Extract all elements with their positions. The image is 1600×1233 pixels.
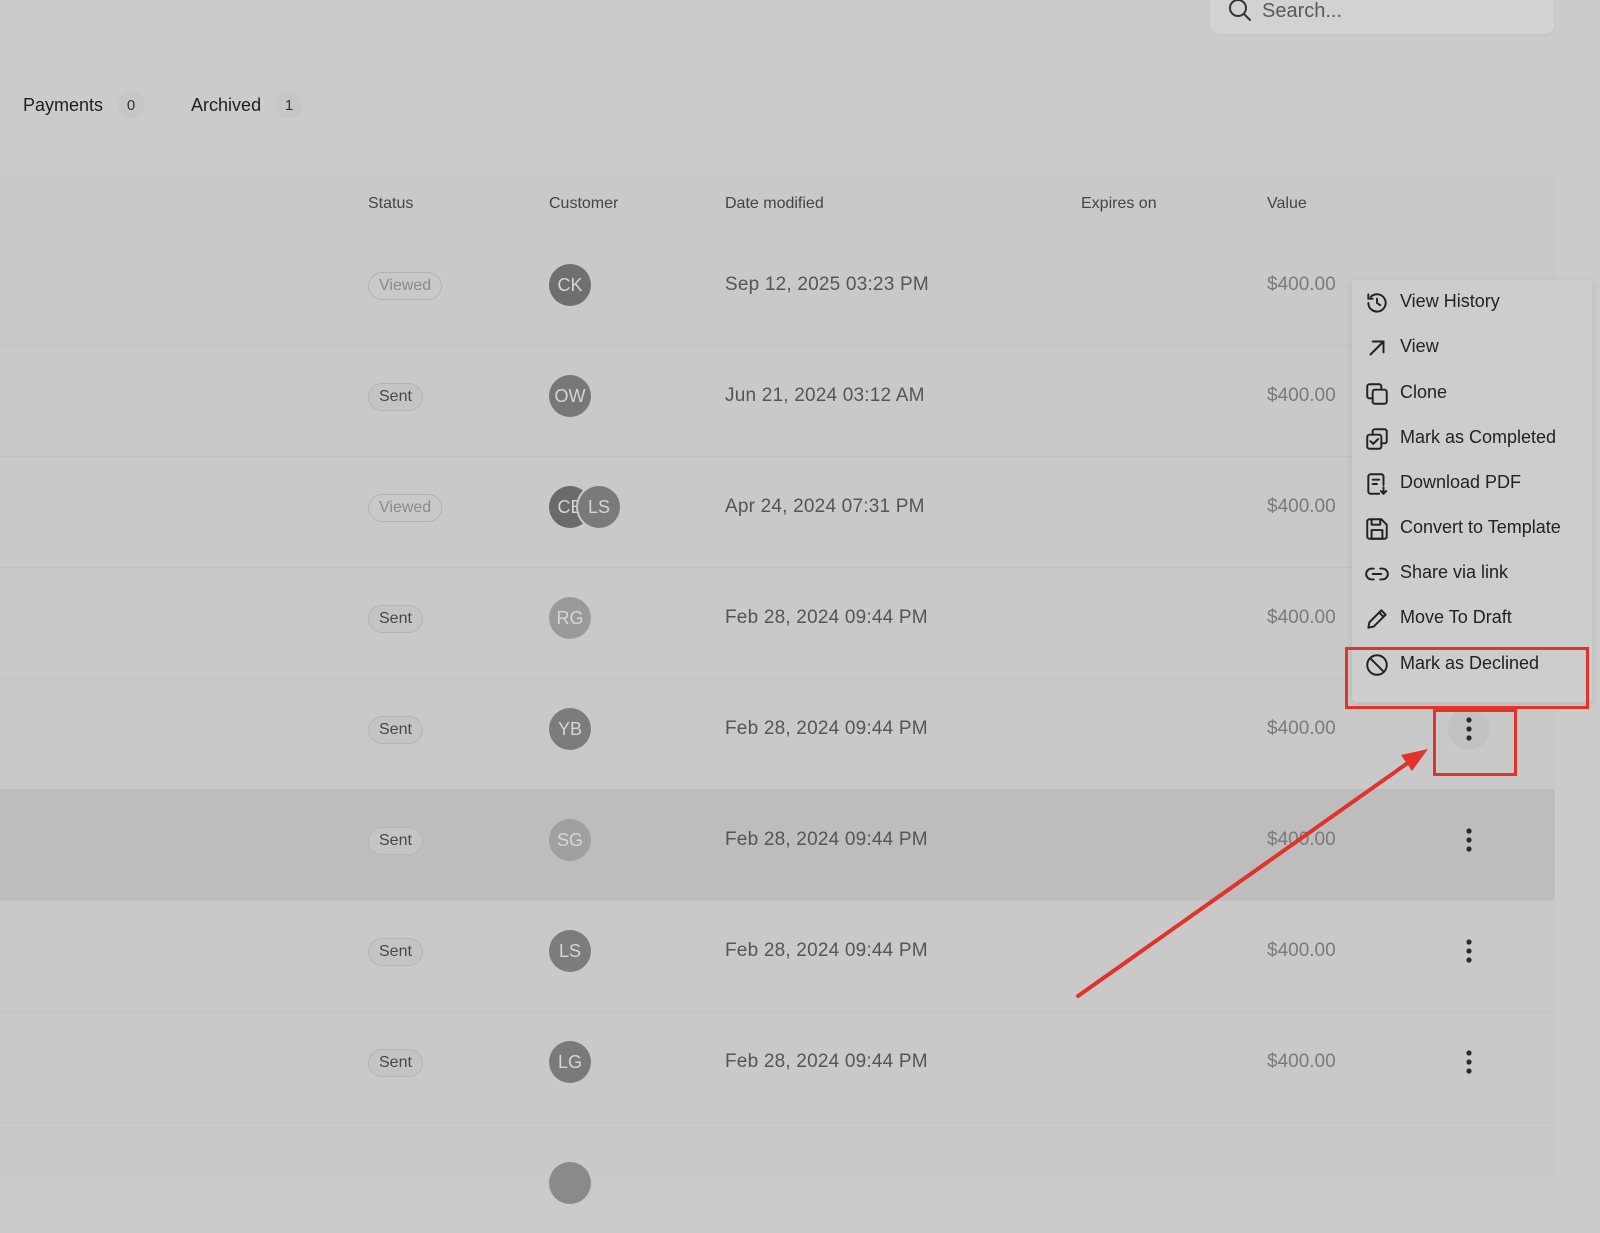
status-badge: Viewed xyxy=(368,272,443,300)
menu-item-view[interactable]: View xyxy=(1352,325,1592,369)
row-actions-button[interactable] xyxy=(1448,819,1490,861)
status-badge: Viewed xyxy=(368,494,443,522)
row-value: $400.00 xyxy=(1267,385,1336,406)
tab-archived[interactable]: Archived 1 xyxy=(191,91,304,119)
search-input[interactable] xyxy=(1260,0,1534,26)
file-download-icon xyxy=(1367,473,1388,496)
column-header-value[interactable]: Value xyxy=(1267,195,1307,213)
table-header: Status Customer Date modified Expires on… xyxy=(0,176,1555,234)
status-badge: Sent xyxy=(368,938,423,966)
more-vertical-icon xyxy=(1466,1050,1472,1074)
column-header-expires-on[interactable]: Expires on xyxy=(1081,195,1157,213)
avatar: YB xyxy=(549,708,591,750)
date-modified: Feb 28, 2024 09:44 PM xyxy=(725,940,928,961)
table-row[interactable]: Sent LG Feb 28, 2024 09:44 PM $400.00 xyxy=(0,1011,1555,1123)
annotation-highlight-box xyxy=(1433,709,1517,776)
avatar: LS xyxy=(578,486,620,528)
save-icon xyxy=(1366,518,1388,540)
copy-check-icon xyxy=(1366,428,1388,450)
row-value: $400.00 xyxy=(1267,829,1336,850)
menu-item-label: View xyxy=(1400,336,1439,356)
menu-item-share-link[interactable]: Share via link xyxy=(1352,551,1592,595)
status-badge: Sent xyxy=(368,1049,423,1077)
more-vertical-icon xyxy=(1466,939,1472,963)
menu-item-label: Move To Draft xyxy=(1400,607,1512,627)
menu-item-label: Mark as Completed xyxy=(1400,427,1557,447)
table-row[interactable]: Viewed CE LS Apr 24, 2024 07:31 PM $400.… xyxy=(0,456,1555,568)
date-modified: Jun 21, 2024 03:12 AM xyxy=(725,385,925,406)
tab-label: Archived xyxy=(191,94,262,115)
date-modified: Feb 28, 2024 09:44 PM xyxy=(725,718,928,739)
menu-item-convert-template[interactable]: Convert to Template xyxy=(1352,506,1592,550)
avatar: LG xyxy=(549,1041,591,1083)
arrow-up-right-icon xyxy=(1369,340,1385,356)
row-actions-menu: View History View Clone Mark as Complete… xyxy=(1352,280,1592,702)
copy-icon xyxy=(1366,383,1388,405)
tab-label: Payments xyxy=(23,94,104,115)
pencil-icon xyxy=(1367,609,1387,629)
row-actions-button[interactable] xyxy=(1448,930,1490,972)
more-vertical-icon xyxy=(1466,828,1472,852)
menu-item-label: Convert to Template xyxy=(1400,517,1561,537)
tab-count-badge: 1 xyxy=(275,91,304,119)
menu-item-label: Share via link xyxy=(1400,562,1509,582)
avatar: SG xyxy=(549,819,591,861)
column-header-date-modified[interactable]: Date modified xyxy=(725,195,824,213)
clock-history-icon xyxy=(1367,293,1387,313)
tab-bar: Payments 0 Archived 1 xyxy=(23,91,349,119)
row-value: $400.00 xyxy=(1267,274,1336,295)
row-value: $400.00 xyxy=(1267,940,1336,961)
avatar: RG xyxy=(549,597,591,639)
table-row[interactable]: Sent RG Feb 28, 2024 09:44 PM $400.00 xyxy=(0,567,1555,679)
row-value: $400.00 xyxy=(1267,607,1336,628)
link-icon xyxy=(1365,567,1389,581)
row-value: $400.00 xyxy=(1267,718,1336,739)
search-box[interactable] xyxy=(1210,0,1554,34)
tab-payments[interactable]: Payments 0 xyxy=(23,91,146,119)
menu-item-download-pdf[interactable]: Download PDF xyxy=(1352,461,1592,505)
table-row[interactable]: Sent SG Feb 28, 2024 09:44 PM $400.00 xyxy=(0,789,1555,901)
menu-item-label: Download PDF xyxy=(1400,472,1522,492)
table-row[interactable]: Sent LS Feb 28, 2024 09:44 PM $400.00 xyxy=(0,900,1555,1012)
avatar: OW xyxy=(549,375,591,417)
status-badge: Sent xyxy=(368,605,423,633)
menu-item-label: View History xyxy=(1400,291,1500,311)
status-badge: Sent xyxy=(368,716,423,744)
menu-item-mark-completed[interactable]: Mark as Completed xyxy=(1352,416,1592,460)
date-modified: Apr 24, 2024 07:31 PM xyxy=(725,496,925,517)
status-badge: Sent xyxy=(368,383,423,411)
table-row[interactable] xyxy=(0,1122,1555,1233)
avatar: CK xyxy=(549,264,591,306)
row-value: $400.00 xyxy=(1267,496,1336,517)
menu-item-view-history[interactable]: View History xyxy=(1352,280,1592,324)
table-row[interactable]: Sent OW Jun 21, 2024 03:12 AM $400.00 xyxy=(0,345,1555,457)
row-actions-button[interactable] xyxy=(1448,1041,1490,1083)
date-modified: Feb 28, 2024 09:44 PM xyxy=(725,829,928,850)
menu-item-move-draft[interactable]: Move To Draft xyxy=(1352,596,1592,640)
status-badge: Sent xyxy=(368,827,423,855)
date-modified: Feb 28, 2024 09:44 PM xyxy=(725,607,928,628)
avatar xyxy=(549,1162,591,1204)
menu-item-clone[interactable]: Clone xyxy=(1352,371,1592,415)
date-modified: Sep 12, 2025 03:23 PM xyxy=(725,274,929,295)
menu-item-label: Clone xyxy=(1400,382,1448,402)
tab-count-badge: 0 xyxy=(117,91,146,119)
column-header-customer[interactable]: Customer xyxy=(549,195,618,213)
date-modified: Feb 28, 2024 09:44 PM xyxy=(725,1051,928,1072)
column-header-status[interactable]: Status xyxy=(368,195,413,213)
table-row[interactable]: Viewed CK Sep 12, 2025 03:23 PM $400.00 xyxy=(0,234,1555,346)
search-icon xyxy=(1229,0,1251,21)
annotation-highlight-box xyxy=(1345,647,1589,709)
proposals-table: Status Customer Date modified Expires on… xyxy=(0,176,1555,1204)
avatar: LS xyxy=(549,930,591,972)
row-value: $400.00 xyxy=(1267,1051,1336,1072)
table-row[interactable]: Sent YB Feb 28, 2024 09:44 PM $400.00 xyxy=(0,678,1555,790)
